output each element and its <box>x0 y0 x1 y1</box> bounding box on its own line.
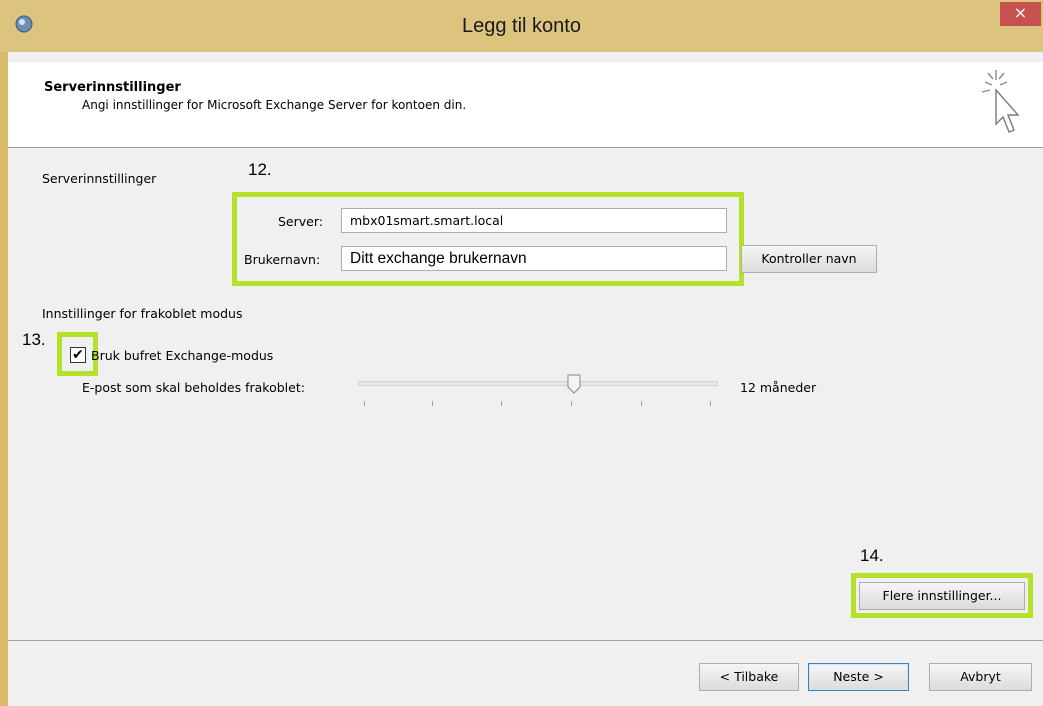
dialog-window: Legg til konto × Serverinnstillinger Ang… <box>0 0 1043 706</box>
server-settings-label: Serverinnstillinger <box>42 171 157 186</box>
cached-mode-label: Bruk bufret Exchange-modus <box>91 348 274 363</box>
step-14-marker: 14. <box>860 546 884 565</box>
slider-tick <box>571 401 572 406</box>
slider-tick <box>432 401 433 406</box>
cursor-sparkle-icon <box>981 70 1020 133</box>
keep-offline-label: E-post som skal beholdes frakoblet: <box>82 380 305 395</box>
more-settings-button[interactable]: Flere innstillinger... <box>859 582 1025 610</box>
wizard-header: Serverinnstillinger Angi innstillinger f… <box>8 62 1043 148</box>
username-label: Brukernavn: <box>244 252 321 267</box>
username-input[interactable]: Ditt exchange brukernavn <box>341 246 727 271</box>
slider-tick <box>501 401 502 406</box>
step-12-marker: 12. <box>248 160 272 179</box>
keep-offline-value: 12 måneder <box>740 380 817 395</box>
server-fields-highlight <box>232 192 744 286</box>
cached-mode-checkbox[interactable]: ✔ <box>70 347 86 363</box>
server-input[interactable]: mbx01smart.smart.local <box>341 208 727 233</box>
back-button[interactable]: < Tilbake <box>699 663 799 691</box>
offline-settings-label: Innstillinger for frakoblet modus <box>42 306 243 321</box>
header-subtitle: Angi innstillinger for Microsoft Exchang… <box>82 98 467 112</box>
footer-separator <box>8 640 1043 641</box>
slider-thumb[interactable] <box>567 374 581 394</box>
slider-tick <box>641 401 642 406</box>
close-button[interactable]: × <box>1000 2 1041 26</box>
server-label: Server: <box>278 214 323 229</box>
header-title: Serverinnstillinger <box>44 80 181 95</box>
cancel-button[interactable]: Avbryt <box>929 663 1032 691</box>
offline-period-slider[interactable] <box>358 381 718 386</box>
next-button[interactable]: Neste > <box>808 663 909 691</box>
dialog-client-area: Serverinnstillinger Angi innstillinger f… <box>8 52 1043 706</box>
step-13-marker: 13. <box>22 330 46 349</box>
title-bar[interactable]: Legg til konto × <box>0 0 1043 52</box>
slider-tick <box>710 401 711 406</box>
slider-tick <box>364 401 365 406</box>
check-name-button[interactable]: Kontroller navn <box>741 245 877 273</box>
window-title: Legg til konto <box>462 15 581 37</box>
